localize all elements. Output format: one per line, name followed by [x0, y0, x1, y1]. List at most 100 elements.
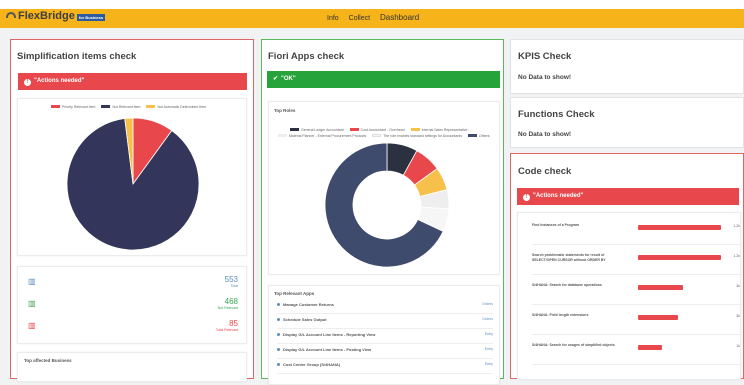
code-row-bar — [638, 315, 678, 320]
fiori-alert: ✔ "OK" — [267, 71, 500, 88]
fiori-alert-text: "OK" — [281, 76, 296, 82]
logo-subtitle: for Business — [76, 14, 106, 21]
top-bar: FlexBridge for Business Info Collect Dash… — [0, 0, 744, 28]
legend-gl: General Ledger Accountant — [301, 128, 344, 132]
code-row-text: S/4HANA: Field length extensions — [532, 313, 589, 317]
code-row[interactable]: Find Instances of a Program 1.2k — [532, 217, 742, 245]
legend-swatch-cost — [349, 128, 359, 131]
stat-relevant-label: Total Relevant — [215, 328, 238, 332]
bar-chart-icon: ▥ — [28, 299, 36, 308]
code-row-bar — [638, 285, 683, 290]
app-name: Schedule Sales Output — [283, 317, 327, 322]
simplification-stats-panel: ▥ 553 Total ▥ 468 Not Relevant ▥ 85 Tota… — [17, 266, 247, 344]
app-row[interactable]: Cost Center Group (S/4HANA) Entry — [277, 362, 493, 374]
code-row-text: S/4HANA: Search for usages of simplified… — [532, 343, 615, 347]
app-bullet — [277, 363, 280, 366]
code-row-value: 1.2k — [733, 254, 740, 258]
stat-not-relevant-value: 468 — [224, 297, 238, 306]
app-tail: Entry — [484, 347, 493, 351]
kpis-title: KPIS Check — [518, 51, 572, 62]
app-tail: Entry — [484, 362, 493, 366]
app-name: Cost Center Group (S/4HANA) — [283, 362, 341, 367]
top-roles-title: Top Roles — [274, 108, 296, 113]
app-bullet — [277, 333, 280, 336]
code-row-bar — [638, 345, 663, 350]
code-title: Code check — [518, 166, 572, 177]
code-row-bar — [638, 225, 722, 230]
functions-card: Functions Check No Data to show! — [510, 97, 744, 148]
legend-swatch-gl — [290, 128, 299, 131]
legend-others: Others — [479, 134, 490, 138]
simplification-alert-text: "Actions needed" — [34, 78, 85, 84]
nav-collect[interactable]: Collect — [349, 15, 370, 22]
alert-icon: ! — [523, 194, 530, 201]
top-affected-panel: Top affected Business — [17, 352, 247, 382]
code-row-text: Find Instances of a Program — [532, 223, 580, 227]
code-alert-text: "Actions needed" — [533, 193, 584, 199]
code-row-value: 1.2k — [733, 224, 740, 228]
legend-swatch-sales — [410, 128, 420, 131]
app-tail: Orders — [482, 317, 493, 321]
app-tail: Orders — [482, 302, 493, 306]
stat-relevant: ▥ 85 Total Relevant — [18, 319, 246, 336]
fiori-card: Fiori Apps check ✔ "OK" Top Roles General… — [261, 39, 504, 385]
legend-sales: Internal Sales Representative — [421, 128, 468, 132]
simplification-pie-chart — [66, 117, 200, 251]
nav-dashboard[interactable]: Dashboard — [380, 13, 419, 22]
code-row-text: Search problematic statements for result… — [532, 253, 606, 262]
code-row-value: 3k — [736, 284, 740, 288]
top-apps-title: Top Relevant Apps — [274, 291, 315, 296]
stat-total: ▥ 553 Total — [18, 275, 246, 292]
kpis-no-data: No Data to show! — [518, 74, 572, 81]
code-list-panel: Find Instances of a Program 1.2k Search … — [517, 212, 742, 380]
stat-relevant-value: 85 — [229, 319, 238, 328]
logo-text: FlexBridge — [18, 10, 75, 22]
code-row[interactable]: S/4HANA: Field length extensions 3k — [532, 307, 742, 335]
nav-info[interactable]: Info — [327, 15, 339, 22]
code-card: Code check ! "Actions needed" Find Instan… — [510, 153, 744, 380]
app-row[interactable]: Display G/L Account Line Items - Posting… — [277, 347, 493, 359]
code-row[interactable]: Search problematic statements for result… — [532, 247, 742, 275]
app-bullet — [277, 303, 280, 306]
code-row-bar — [638, 255, 721, 260]
app-tail: Entry — [484, 332, 493, 336]
simplification-title: Simplification items check — [17, 51, 137, 62]
stat-total-label: Total — [230, 284, 238, 288]
legend-swatch-others — [468, 134, 478, 137]
code-row[interactable]: S/4HANA: Search for database operations … — [532, 277, 742, 305]
alert-icon: ! — [24, 79, 31, 86]
app-bullet — [277, 318, 280, 321]
code-row[interactable]: S/4HANA: Search for usages of simplified… — [532, 337, 742, 365]
app-logo[interactable]: FlexBridge for Business — [6, 10, 106, 22]
simplification-alert: ! "Actions needed" — [18, 73, 247, 90]
simplification-card: Simplification items check ! "Actions nee… — [10, 39, 254, 382]
top-roles-panel: Top Roles General Ledger Accountant Cost… — [268, 101, 500, 275]
stat-not-relevant-label: Not Relevant — [217, 306, 238, 310]
functions-title: Functions Check — [518, 109, 595, 120]
kpis-card: KPIS Check No Data to show! — [510, 39, 744, 94]
app-row[interactable]: Display G/L Account Line Items - Reporti… — [277, 332, 493, 344]
app-name: Display G/L Account Line Items - Posting… — [283, 347, 372, 352]
top-apps-panel: Top Relevant Apps Manage Customer Return… — [268, 285, 500, 385]
logo-arc-icon — [6, 12, 16, 18]
top-affected-title: Top affected Business — [24, 358, 72, 363]
code-row-text: S/4HANA: Search for database operations — [532, 283, 602, 287]
roles-legend-line-1: General Ledger Accountant Cost Accountan… — [285, 128, 467, 132]
bar-chart-icon: ▥ — [28, 277, 36, 286]
code-alert: ! "Actions needed" — [517, 188, 739, 205]
app-bullet — [277, 348, 280, 351]
app-row[interactable]: Schedule Sales Output Orders — [277, 317, 493, 329]
code-row-value: 3k — [736, 314, 740, 318]
fiori-title: Fiori Apps check — [268, 51, 345, 62]
check-icon: ✔ — [273, 76, 279, 82]
app-name: Manage Customer Returns — [283, 302, 334, 307]
functions-no-data: No Data to show! — [518, 131, 572, 138]
top-nav: Info Collect Dashboard — [327, 13, 427, 22]
app-row[interactable]: Manage Customer Returns Orders — [277, 302, 493, 314]
stat-not-relevant: ▥ 468 Not Relevant — [18, 297, 246, 314]
code-row-value: 1k — [736, 344, 740, 348]
bar-chart-icon: ▥ — [28, 321, 36, 330]
app-name: Display G/L Account Line Items - Reporti… — [283, 332, 376, 337]
legend-cost: Cost Accountant - Overhead — [360, 128, 405, 132]
stat-total-value: 553 — [224, 275, 238, 284]
